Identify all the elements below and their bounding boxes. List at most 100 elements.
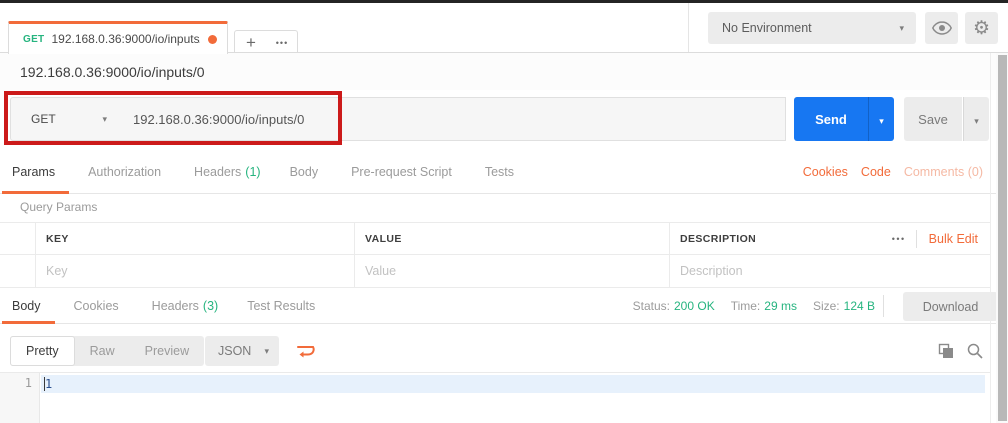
active-code-line[interactable]: 1: [41, 375, 985, 393]
response-viewer-toolbar: Pretty Raw Preview JSON ▾: [0, 324, 1008, 372]
request-title-row: 192.168.0.36:9000/io/inputs/0: [0, 53, 1008, 90]
eye-icon: [931, 21, 952, 35]
tab-label: Cookies: [73, 298, 119, 313]
scrollbar-thumb[interactable]: [998, 55, 1007, 421]
wrap-lines-button[interactable]: [290, 336, 322, 366]
tab-count: (3): [202, 298, 219, 313]
query-params-header-row: KEY VALUE DESCRIPTION ••• Bulk Edit: [0, 223, 990, 255]
query-params-tools: ••• Bulk Edit: [882, 223, 984, 254]
send-button[interactable]: Send: [794, 97, 868, 141]
response-body-value: 1: [45, 377, 53, 391]
response-tab-body[interactable]: Body: [2, 288, 55, 324]
tab-count: (1): [245, 164, 261, 179]
tab-title: 192.168.0.36:9000/io/inputs/0: [51, 32, 200, 46]
header-divider: [688, 3, 689, 52]
download-button[interactable]: Download: [903, 292, 998, 321]
query-params-table: KEY VALUE DESCRIPTION ••• Bulk Edit: [0, 222, 990, 288]
view-mode-group: Pretty Raw Preview: [10, 336, 205, 366]
status-value: 200 OK: [674, 298, 715, 313]
format-select[interactable]: JSON ▾: [205, 336, 279, 366]
tab-label: Pre-request Script: [351, 164, 452, 179]
code-link[interactable]: Code: [861, 165, 891, 179]
bulk-edit-link[interactable]: Bulk Edit: [917, 232, 984, 246]
copy-icon: [938, 343, 953, 358]
tab-method-label: GET: [23, 33, 45, 45]
description-input[interactable]: [680, 264, 959, 278]
response-body-editor[interactable]: 1 1: [0, 372, 990, 423]
cookies-link[interactable]: Cookies: [803, 165, 848, 179]
value-column-header: VALUE: [365, 232, 402, 245]
gear-icon: ⚙: [972, 17, 991, 39]
time-value: 29 ms: [764, 298, 797, 313]
save-options-button[interactable]: ▾: [963, 97, 989, 141]
tab-label: Body: [289, 164, 319, 179]
comments-link[interactable]: Comments (0): [904, 165, 983, 179]
tab-options-button[interactable]: •••: [267, 38, 297, 48]
tab-params[interactable]: Params: [2, 150, 70, 194]
time-label: Time:: [730, 298, 761, 313]
postman-app: GET 192.168.0.36:9000/io/inputs/0 + ••• …: [0, 0, 1008, 423]
request-title: 192.168.0.36:9000/io/inputs/0: [20, 63, 205, 80]
description-column-header: DESCRIPTION: [680, 232, 757, 245]
tab-label: Params: [12, 164, 56, 179]
value-input[interactable]: [365, 264, 639, 278]
query-params-input-row: [0, 255, 990, 287]
status-meta: Status: 200 OK: [633, 299, 715, 313]
tab-label: Headers: [194, 164, 242, 179]
unsaved-changes-dot-icon: [208, 34, 217, 44]
key-input[interactable]: [46, 264, 324, 278]
response-tab-test-results[interactable]: Test Results: [237, 288, 329, 323]
format-select-value: JSON: [218, 344, 252, 358]
status-label: Status:: [632, 298, 670, 313]
copy-response-button[interactable]: [933, 338, 959, 364]
meta-divider: [883, 295, 884, 317]
key-column-header: KEY: [46, 232, 69, 245]
search-response-button[interactable]: [962, 338, 988, 364]
response-tab-cookies[interactable]: Cookies: [64, 288, 133, 323]
method-select-value: GET: [31, 112, 56, 126]
tab-actions: + •••: [234, 30, 298, 55]
tab-label: Headers: [151, 298, 199, 313]
environment-selector[interactable]: No Environment ▾: [708, 12, 916, 44]
mode-preview-button[interactable]: Preview: [130, 336, 204, 366]
environment-selector-value: No Environment: [722, 21, 812, 35]
response-tab-headers[interactable]: Headers (3): [142, 288, 229, 323]
content-right-border: [990, 53, 991, 423]
chevron-down-icon: ▾: [879, 115, 884, 126]
response-tabs: Body Cookies Headers (3) Test Results St…: [0, 288, 1008, 324]
settings-button[interactable]: ⚙: [965, 12, 998, 44]
vertical-scrollbar[interactable]: [996, 53, 1008, 423]
request-tabs: Params Authorization Headers (1) Body Pr…: [0, 150, 1008, 194]
tab-authorization[interactable]: Authorization: [78, 150, 175, 193]
search-icon: [967, 343, 983, 359]
wrap-text-icon: [297, 345, 315, 357]
tab-tests[interactable]: Tests: [475, 150, 528, 193]
tab-body[interactable]: Body: [280, 150, 333, 193]
save-button[interactable]: Save: [904, 97, 962, 141]
tab-label: Test Results: [247, 298, 316, 313]
send-options-button[interactable]: ▾: [868, 97, 894, 141]
tab-headers[interactable]: Headers (1): [184, 150, 271, 193]
response-meta: Status: 200 OK Time: 29 ms Size: 124 B: [633, 288, 875, 323]
chevron-down-icon: ▾: [264, 345, 269, 356]
tab-pre-request-script[interactable]: Pre-request Script: [341, 150, 466, 193]
more-options-icon[interactable]: •••: [882, 234, 916, 244]
time-meta: Time: 29 ms: [731, 299, 797, 313]
new-tab-button[interactable]: +: [235, 32, 267, 54]
size-value: 124 B: [843, 298, 875, 313]
chevron-down-icon: ▾: [102, 113, 107, 124]
chevron-down-icon: ▾: [974, 115, 979, 126]
line-number-gutter: 1: [0, 373, 40, 423]
mode-pretty-button[interactable]: Pretty: [10, 336, 75, 366]
size-label: Size:: [812, 298, 840, 313]
method-select[interactable]: GET ▾: [10, 97, 120, 141]
mode-raw-button[interactable]: Raw: [75, 336, 130, 366]
environment-quick-look-button[interactable]: [925, 12, 958, 44]
request-tab[interactable]: GET 192.168.0.36:9000/io/inputs/0: [8, 21, 228, 54]
tab-label: Authorization: [88, 164, 162, 179]
app-header: GET 192.168.0.36:9000/io/inputs/0 + ••• …: [0, 3, 1008, 55]
chevron-down-icon: ▾: [899, 22, 904, 33]
request-links: Cookies Code Comments (0): [803, 150, 983, 193]
url-builder-row: GET ▾ Send ▾ Save ▾: [0, 90, 1008, 150]
url-input[interactable]: [119, 97, 786, 141]
